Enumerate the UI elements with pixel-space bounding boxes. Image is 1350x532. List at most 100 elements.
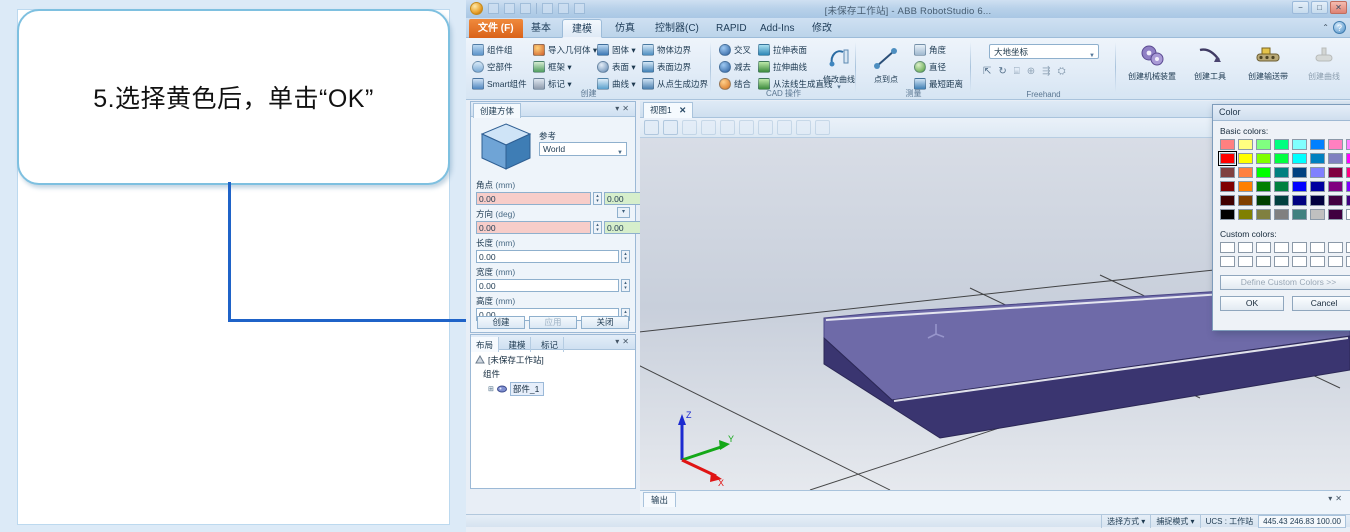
move-tool-icon[interactable]: ⇱ [983,66,991,77]
snap-icon[interactable] [777,120,792,135]
reference-dropdown[interactable]: World ▼ [539,142,627,156]
basic-color-swatch[interactable] [1256,167,1271,178]
basic-color-swatch[interactable] [1292,167,1307,178]
output-window-buttons[interactable]: ▾✕ [1328,494,1345,503]
define-custom-colors-button[interactable]: Define Custom Colors >> [1220,275,1350,290]
ribbon-item-label[interactable]: 拉伸曲线 [773,61,807,73]
panel-window-buttons[interactable]: ▾✕ [615,104,632,113]
custom-color-slot[interactable] [1292,256,1307,267]
ribbon-item-label[interactable]: 物体边界 [657,44,691,56]
custom-color-slot[interactable] [1238,256,1253,267]
basic-color-swatch[interactable] [1274,153,1289,164]
ribbon-button-create-curve[interactable]: 创建曲线 [1296,40,1350,81]
basic-color-swatch[interactable] [1218,151,1237,166]
orientation-x-input[interactable] [476,221,591,234]
ribbon-item-label[interactable]: 直径 [929,61,946,73]
custom-color-slot[interactable] [1220,242,1235,253]
basic-color-swatch[interactable] [1238,153,1253,164]
custom-color-slot[interactable] [1346,242,1350,253]
custom-color-slot[interactable] [1274,256,1289,267]
freehand-tool-row[interactable]: ⇱ ↻ ⌸ ⊕ ⇶ ⛭ [983,66,1066,77]
select-icon[interactable] [758,120,773,135]
ribbon-button-create-tool[interactable]: 创建工具 [1182,40,1238,81]
custom-color-slot[interactable] [1292,242,1307,253]
basic-color-swatch[interactable] [1220,181,1235,192]
rotate-tool-icon[interactable]: ↻ [998,66,1006,77]
help-icon[interactable]: ? [1333,21,1346,34]
orientation-x-stepper[interactable]: ▴ ▾ [593,221,602,234]
basic-color-swatch[interactable] [1256,139,1271,150]
basic-color-swatch[interactable] [1328,139,1343,150]
close-icon[interactable]: ✕ [679,105,686,115]
create-button[interactable]: 创建 [477,316,525,329]
rotate-view-icon[interactable] [701,120,716,135]
ribbon-item-label[interactable]: 减去 [734,61,751,73]
length-input[interactable] [476,250,619,263]
ribbon-item-label[interactable]: 空部件 [487,61,513,73]
jog-linear-icon[interactable]: ⊕ [1027,66,1035,77]
basic-color-swatch[interactable] [1274,167,1289,178]
tab-controller[interactable]: 控制器(C) [646,19,708,38]
basic-color-swatch[interactable] [1274,195,1289,206]
basic-color-swatch[interactable] [1310,209,1325,220]
basic-color-swatch[interactable] [1346,195,1350,206]
basic-color-swatch[interactable] [1274,209,1289,220]
width-stepper[interactable]: ▴ ▾ [621,279,630,292]
basic-color-swatch[interactable] [1238,167,1253,178]
tab-basic[interactable]: 基本 [522,19,560,38]
basic-color-swatch[interactable] [1220,195,1235,206]
basic-colors-grid[interactable] [1218,139,1350,220]
grid-icon[interactable] [796,120,811,135]
basic-color-swatch[interactable] [1238,139,1253,150]
ribbon-item-label[interactable]: 导入几何体 ▾ [548,44,597,56]
jog-reorient-icon[interactable]: ⇶ [1042,66,1050,77]
ribbon-button-create-mechanism[interactable]: 创建机械装置 [1124,40,1180,81]
pan-icon[interactable] [682,120,697,135]
basic-color-swatch[interactable] [1346,209,1350,220]
basic-color-swatch[interactable] [1220,167,1235,178]
ribbon-item-label[interactable]: 固体 ▾ [612,44,636,56]
cancel-button[interactable]: Cancel [1292,296,1350,311]
length-stepper[interactable]: ▴ ▾ [621,250,630,263]
basic-color-swatch[interactable] [1238,181,1253,192]
basic-color-swatch[interactable] [1310,139,1325,150]
custom-colors-grid[interactable] [1220,242,1350,267]
ribbon-help-area[interactable]: ⌃ ? [1322,21,1346,34]
basic-color-swatch[interactable] [1310,195,1325,206]
chevron-down-icon[interactable]: ▼ [1089,49,1095,63]
basic-color-swatch[interactable] [1220,139,1235,150]
ribbon-item-label[interactable]: 拉伸表面 [773,44,807,56]
tab-layout[interactable]: 布局 [471,337,500,352]
basic-color-swatch[interactable] [1292,181,1307,192]
ribbon-button-create-conveyor[interactable]: 创建输送带 [1240,40,1296,81]
basic-color-swatch[interactable] [1238,195,1253,206]
panel-window-buttons[interactable]: ▾✕ [615,337,632,346]
custom-color-slot[interactable] [1346,256,1350,267]
tab-modeling-panel[interactable]: 建模 [503,337,532,352]
corner-x-input[interactable] [476,192,591,205]
custom-color-slot[interactable] [1256,242,1271,253]
maximize-button[interactable]: □ [1311,1,1328,14]
tab-modify[interactable]: 修改 [803,19,841,38]
corner-x-stepper[interactable]: ▴ ▾ [593,192,602,205]
basic-color-swatch[interactable] [1238,209,1253,220]
tab-addins[interactable]: Add-Ins [751,19,803,38]
basic-color-swatch[interactable] [1310,153,1325,164]
tab-modeling[interactable]: 建模 [562,19,602,38]
close-panel-button[interactable]: 关闭 [581,316,629,329]
custom-color-slot[interactable] [1256,256,1271,267]
custom-color-slot[interactable] [1274,242,1289,253]
custom-color-slot[interactable] [1310,256,1325,267]
ribbon-button-point-to-point[interactable]: 点到点 [858,43,914,84]
tab-rapid[interactable]: RAPID [707,19,756,38]
tree-node-part[interactable]: ⊞ 部件_1 [475,381,631,397]
basic-color-swatch[interactable] [1274,181,1289,192]
basic-color-swatch[interactable] [1256,181,1271,192]
width-input[interactable] [476,279,619,292]
basic-color-swatch[interactable] [1220,209,1235,220]
view-all-icon[interactable] [644,120,659,135]
status-select-mode[interactable]: 选择方式 ▾ [1101,514,1150,528]
basic-color-swatch[interactable] [1292,195,1307,206]
tree-node-station[interactable]: [未保存工作站] [475,353,631,367]
ribbon-item-label[interactable]: 角度 [929,44,946,56]
